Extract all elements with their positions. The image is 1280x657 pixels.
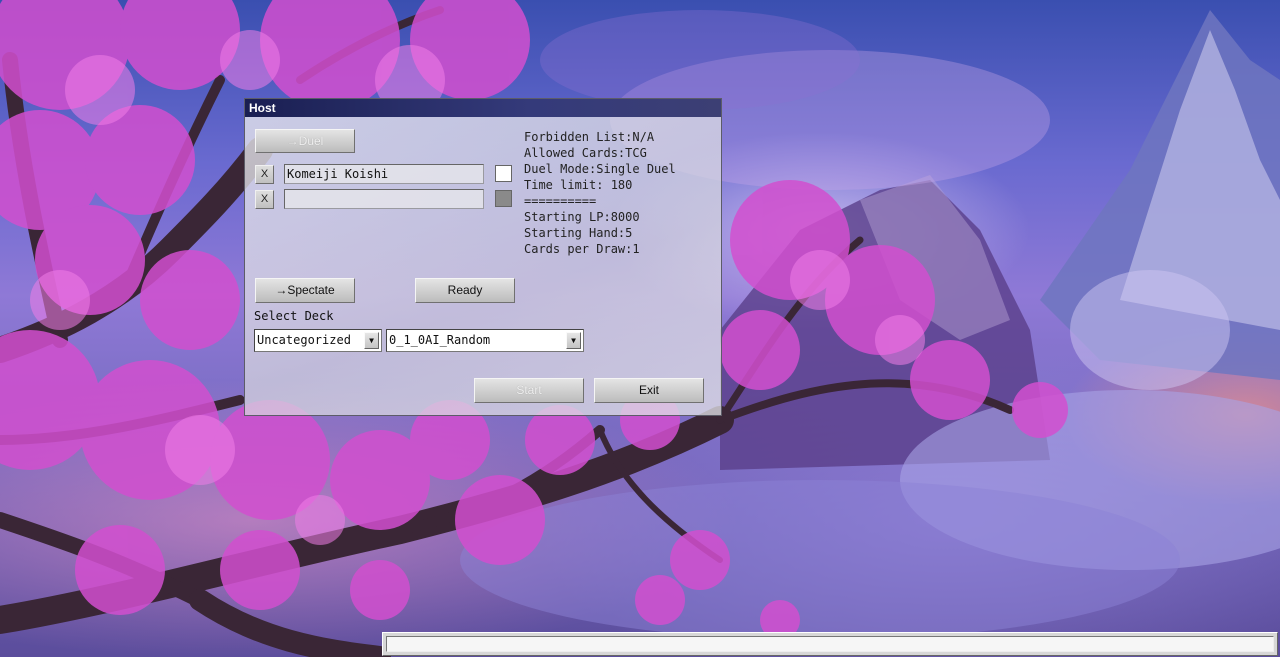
deck-name-value: 0_1_0AI_Random — [389, 333, 491, 347]
player-1-name-field: Komeiji Koishi — [284, 164, 484, 184]
time-limit-text: Time limit: 180 — [524, 178, 633, 192]
kick-player-2-button[interactable]: X — [255, 190, 274, 209]
cards-per-draw-text: Cards per Draw:1 — [524, 242, 640, 256]
exit-button[interactable]: Exit — [594, 378, 704, 403]
duel-settings-info: Forbidden List:N/A Allowed Cards:TCG Duel … — [524, 129, 676, 257]
select-deck-label: Select Deck — [254, 309, 334, 323]
kick-player-1-button[interactable]: X — [255, 165, 274, 184]
chat-input[interactable] — [386, 636, 1274, 652]
player-1-ready-checkbox — [495, 165, 512, 182]
ready-button[interactable]: Ready — [415, 278, 515, 303]
starting-hand-text: Starting Hand:5 — [524, 226, 633, 240]
dialog-title: Host — [245, 99, 721, 117]
host-dialog: Host →Duel X Komeiji Koishi X Forbidden … — [244, 98, 722, 416]
spectate-button[interactable]: →Spectate — [255, 278, 355, 303]
player-2-name-field — [284, 189, 484, 209]
chat-input-bar — [382, 632, 1278, 656]
deck-category-select[interactable]: Uncategorized ▼ — [254, 329, 382, 352]
duel-mode-text: Duel Mode:Single Duel — [524, 162, 676, 176]
dropdown-arrow-icon[interactable]: ▼ — [364, 332, 379, 349]
player-2-ready-checkbox — [495, 190, 512, 207]
deck-category-value: Uncategorized — [257, 333, 351, 347]
duel-button[interactable]: →Duel — [255, 129, 355, 153]
dropdown-arrow-icon[interactable]: ▼ — [566, 332, 581, 349]
start-button[interactable]: Start — [474, 378, 584, 403]
separator-text: ========== — [524, 194, 597, 208]
starting-lp-text: Starting LP:8000 — [524, 210, 640, 224]
forbidden-list-text: Forbidden List:N/A — [524, 130, 655, 144]
allowed-cards-text: Allowed Cards:TCG — [524, 146, 647, 160]
deck-select[interactable]: 0_1_0AI_Random ▼ — [386, 329, 584, 352]
